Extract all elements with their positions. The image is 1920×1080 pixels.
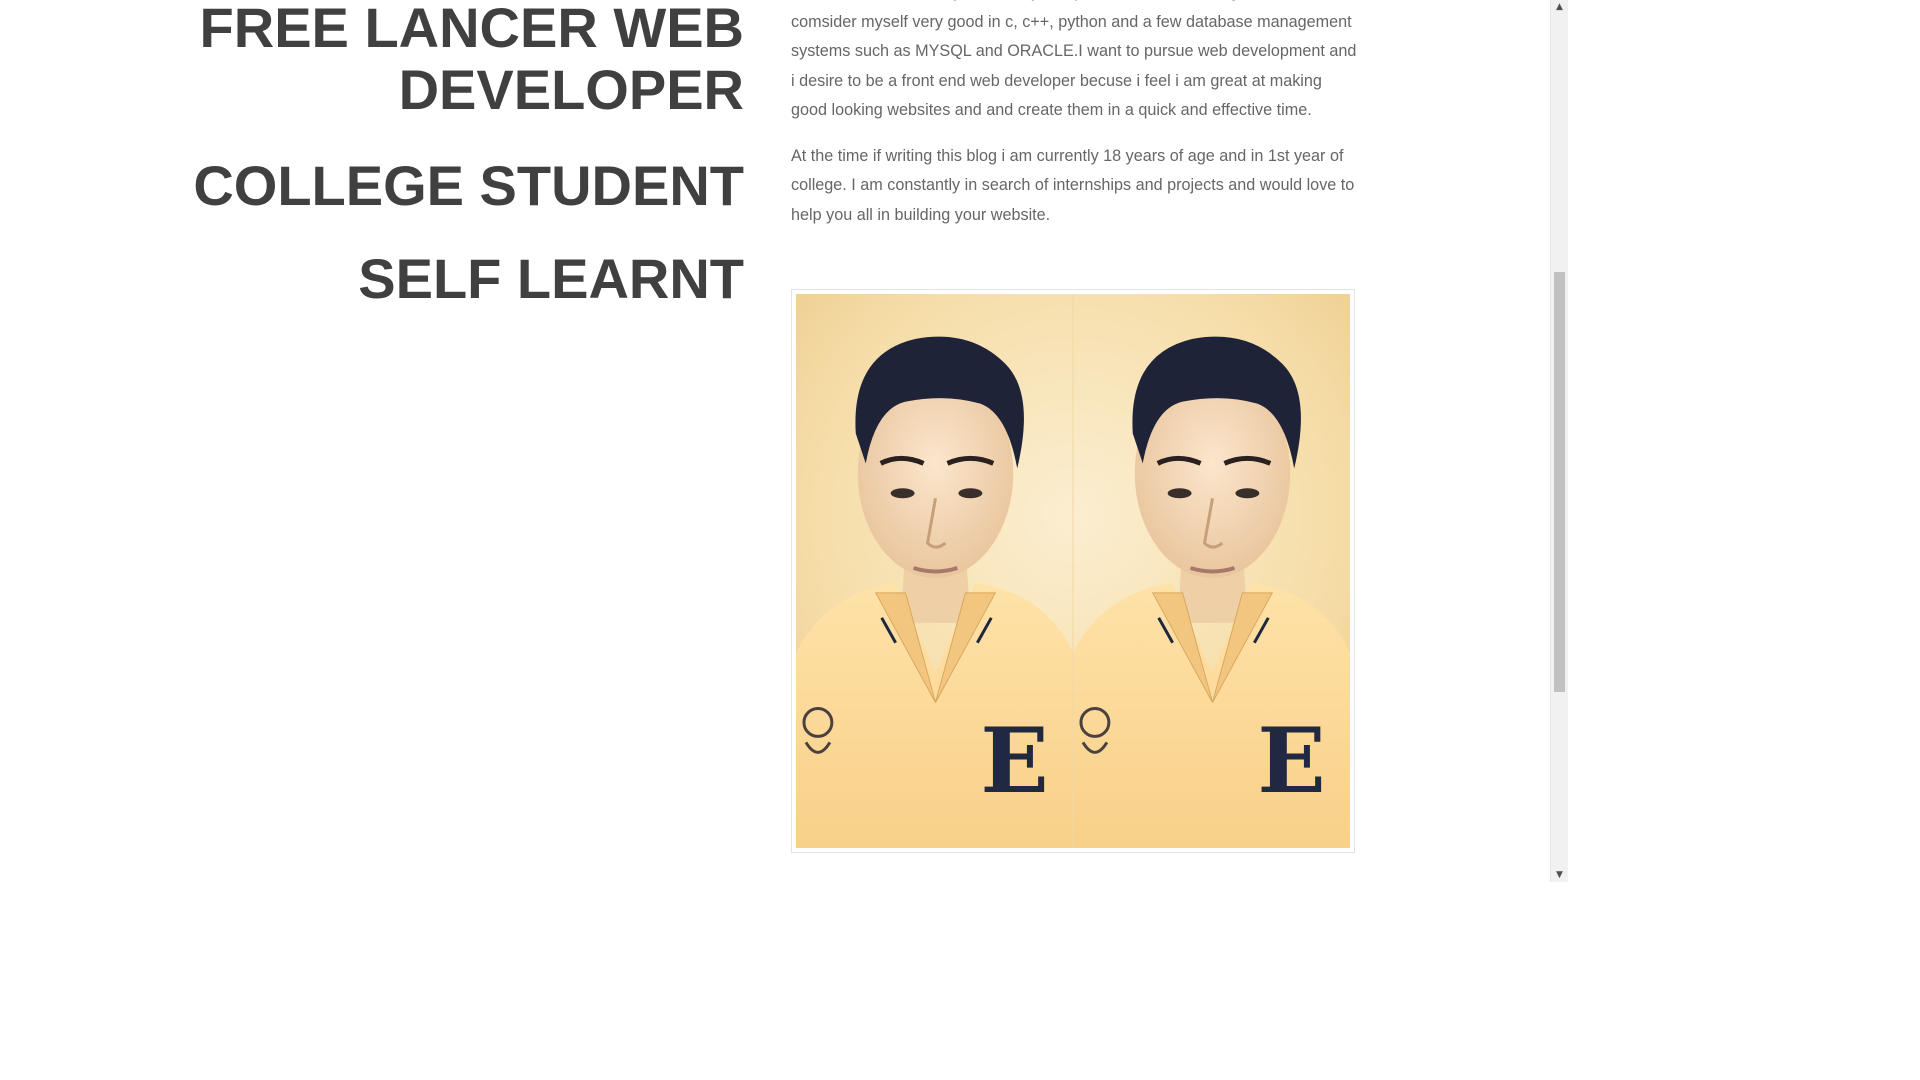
heading-freelancer: FREE LANCER WEB DEVELOPER [199, 0, 744, 121]
vertical-scrollbar[interactable]: ▲ ▼ [1550, 0, 1568, 882]
article-body: affiliated to IP university.I wrote my f… [791, 0, 1359, 246]
page: FREE LANCER WEB DEVELOPER COLLEGE STUDEN… [0, 0, 1550, 882]
scrollbar-thumb[interactable] [1554, 272, 1565, 692]
heading-self-learnt: SELF LEARNT [358, 247, 744, 310]
profile-photo-image: E [796, 294, 1350, 848]
scroll-down-arrow-icon[interactable]: ▼ [1551, 868, 1568, 882]
profile-photo-frame: E [791, 289, 1355, 853]
article-paragraph: affiliated to IP university.I wrote my f… [791, 0, 1357, 119]
scroll-up-arrow-icon[interactable]: ▲ [1551, 0, 1568, 14]
article-paragraph: At the time if writing this blog i am cu… [791, 146, 1355, 224]
heading-college-student: COLLEGE STUDENT [193, 154, 744, 217]
profile-photo: E [796, 294, 1350, 848]
